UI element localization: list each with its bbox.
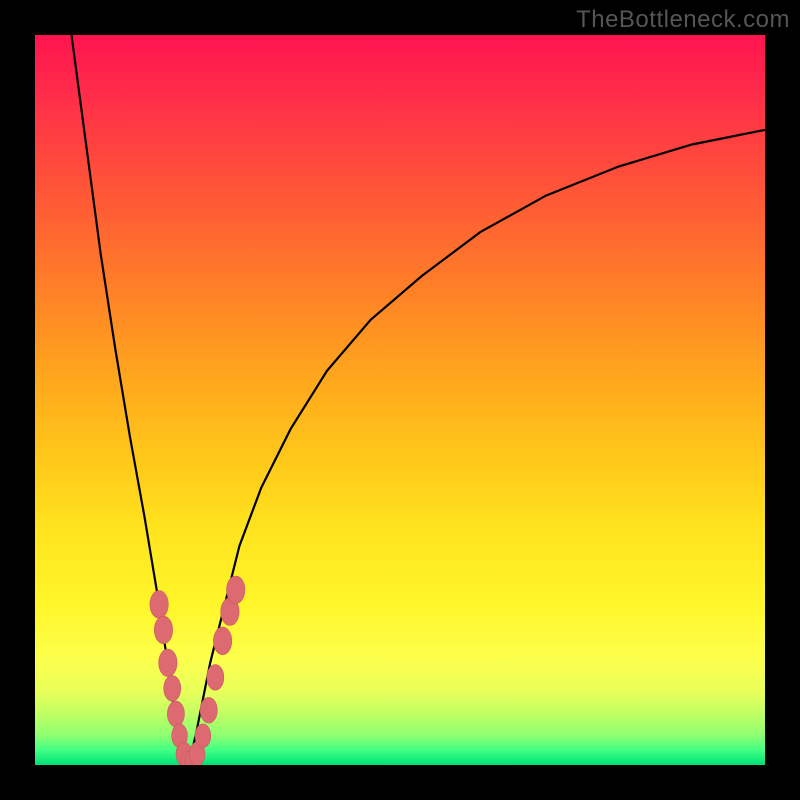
data-markers <box>150 576 245 765</box>
data-marker <box>154 616 172 644</box>
data-marker <box>150 591 168 619</box>
data-marker <box>167 701 184 727</box>
plot-area <box>35 35 765 765</box>
data-marker <box>227 576 245 604</box>
chart-frame: TheBottleneck.com <box>0 0 800 800</box>
chart-svg <box>35 35 765 765</box>
data-marker <box>159 649 177 677</box>
data-marker <box>213 627 231 655</box>
data-marker <box>195 724 211 748</box>
curve-right-branch <box>188 130 765 765</box>
data-marker <box>207 665 224 691</box>
watermark-text: TheBottleneck.com <box>576 6 790 34</box>
data-marker <box>200 697 217 723</box>
data-marker <box>164 676 181 702</box>
